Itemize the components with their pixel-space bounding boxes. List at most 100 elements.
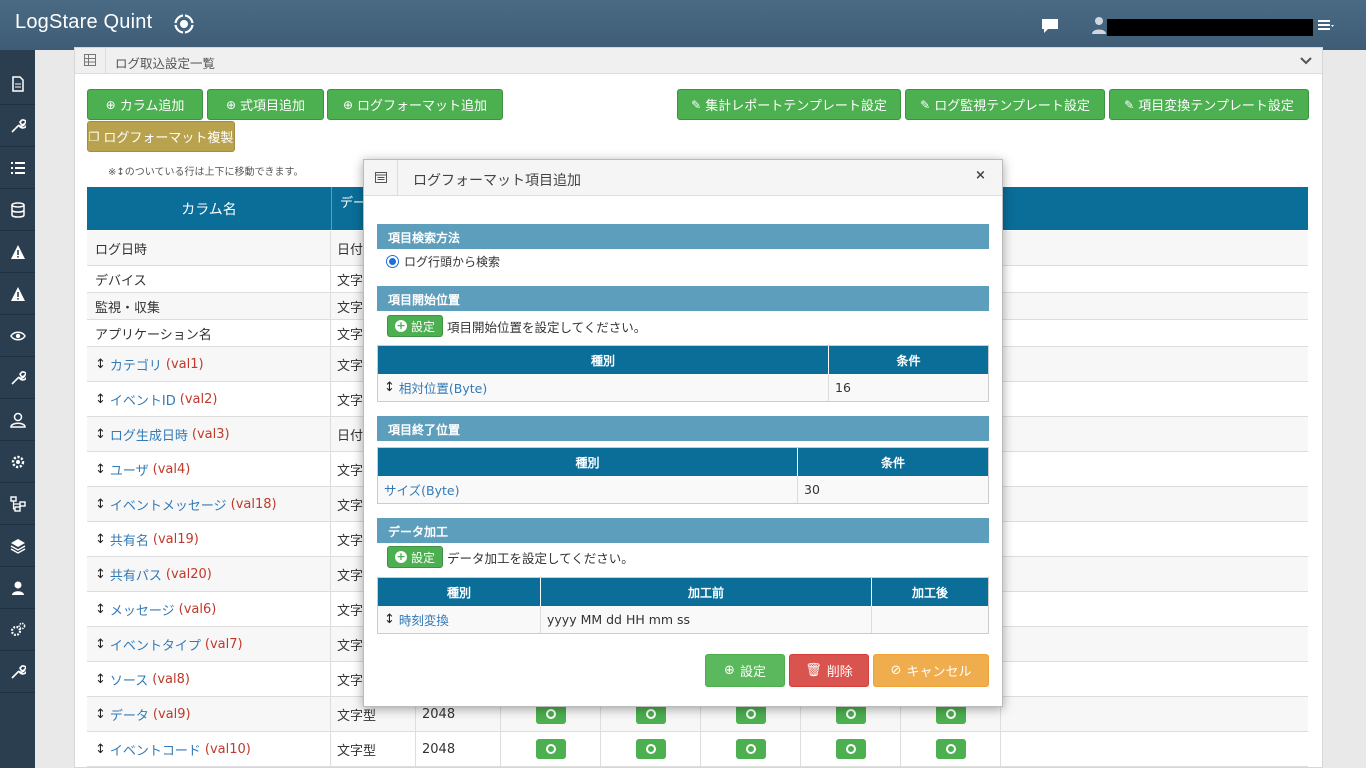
- column-name-link[interactable]: イベントコード: [110, 740, 201, 759]
- table-row[interactable]: サイズ(Byte) 30: [378, 476, 988, 503]
- radio-button[interactable]: [386, 255, 399, 268]
- delete-button[interactable]: 🗑 削除: [789, 654, 869, 687]
- chat-icon[interactable]: [1041, 18, 1059, 34]
- column-val-id: (val20): [165, 566, 212, 582]
- copy-log-format-button[interactable]: ❐ ログフォーマット複製: [87, 121, 235, 152]
- table-row[interactable]: ↕ 相対位置(Byte) 16: [378, 374, 988, 401]
- column-val-id: (val1): [165, 356, 204, 372]
- after-value: [872, 606, 988, 633]
- move-arrow-icon[interactable]: ↕: [95, 742, 106, 757]
- sidebar-item-settings[interactable]: [0, 442, 35, 483]
- sidebar: [0, 50, 35, 768]
- wrench-icon: [10, 665, 26, 679]
- enabled-toggle-button[interactable]: [735, 739, 766, 759]
- sidebar-item-tools-3[interactable]: [0, 652, 35, 693]
- circle-icon: [845, 744, 856, 754]
- column-name-link[interactable]: イベントタイプ: [110, 635, 201, 654]
- move-arrow-icon[interactable]: ↕: [384, 612, 395, 627]
- move-arrow-icon[interactable]: ↕: [95, 427, 106, 442]
- brand-title[interactable]: LogStare Quint: [15, 11, 152, 34]
- start-set-button[interactable]: + 設定: [387, 315, 444, 337]
- enabled-toggle-button[interactable]: [835, 739, 866, 759]
- column-name-link[interactable]: 共有名: [110, 530, 149, 549]
- column-name-link[interactable]: イベントID: [110, 390, 176, 409]
- processing-hint: データ加工を設定してください。: [447, 550, 634, 566]
- move-arrow-icon[interactable]: ↕: [95, 707, 106, 722]
- add-column-button[interactable]: ⊕ カラム追加: [87, 89, 203, 120]
- move-arrow-icon[interactable]: ↕: [95, 672, 106, 687]
- monitor-template-button[interactable]: ✎ ログ監視テンプレート設定: [905, 89, 1105, 120]
- table-header: 種別 条件: [378, 448, 988, 476]
- move-arrow-icon[interactable]: ↕: [384, 380, 395, 395]
- move-arrow-icon[interactable]: ↕: [95, 567, 106, 582]
- sidebar-item-admin[interactable]: [0, 568, 35, 609]
- enabled-toggle-button[interactable]: [535, 704, 566, 724]
- set-button[interactable]: ⊕ 設定: [705, 654, 785, 687]
- edit-icon: ✎: [1124, 97, 1135, 112]
- sidebar-item-users[interactable]: [0, 400, 35, 441]
- column-name-cell: ↕ イベントID (val2): [87, 382, 331, 416]
- enabled-toggle-button[interactable]: [635, 739, 666, 759]
- sidebar-item-list[interactable]: [0, 148, 35, 189]
- user-icon[interactable]: [1092, 16, 1106, 34]
- move-arrow-icon[interactable]: ↕: [95, 357, 106, 372]
- enabled-toggle-button[interactable]: [935, 704, 966, 724]
- close-icon[interactable]: ×: [975, 168, 986, 183]
- type-link[interactable]: サイズ(Byte): [384, 480, 459, 499]
- sidebar-item-monitor[interactable]: [0, 316, 35, 357]
- before-value: yyyy MM dd HH mm ss: [541, 606, 872, 633]
- add-expression-button[interactable]: ⊕ 式項目追加: [207, 89, 324, 120]
- sidebar-item-document[interactable]: [0, 64, 35, 105]
- move-arrow-icon[interactable]: ↕: [95, 497, 106, 512]
- move-arrow-icon[interactable]: ↕: [95, 637, 106, 652]
- condition-value: 16: [835, 380, 851, 395]
- sidebar-item-network[interactable]: [0, 484, 35, 525]
- type-link[interactable]: 相対位置(Byte): [399, 378, 487, 397]
- convert-template-button[interactable]: ✎ 項目変換テンプレート設定: [1109, 89, 1309, 120]
- sidebar-item-database[interactable]: [0, 190, 35, 231]
- sidebar-item-layers[interactable]: [0, 526, 35, 567]
- column-name-header: カラム名: [181, 201, 237, 218]
- sidebar-item-alerts[interactable]: [0, 232, 35, 273]
- enabled-toggle-button[interactable]: [535, 739, 566, 759]
- column-name-link[interactable]: ログ生成日時: [110, 425, 188, 444]
- column-name-link[interactable]: ソース: [110, 670, 148, 689]
- sidebar-item-tools[interactable]: [0, 106, 35, 147]
- type-link[interactable]: 時刻変換: [399, 610, 449, 629]
- column-name-cell: ↕ カテゴリ (val1): [87, 347, 331, 381]
- table-row[interactable]: ↕ 時刻変換 yyyy MM dd HH mm ss: [378, 606, 988, 633]
- menu-icon[interactable]: [1318, 20, 1334, 32]
- enabled-toggle-button[interactable]: [835, 704, 866, 724]
- report-template-button[interactable]: ✎ 集計レポートテンプレート設定: [677, 89, 901, 120]
- enabled-toggle-button[interactable]: [635, 704, 666, 724]
- column-name-link[interactable]: カテゴリ: [110, 355, 162, 374]
- move-arrow-icon[interactable]: ↕: [95, 602, 106, 617]
- table-row[interactable]: ↕ イベントコード (val10) 文字型 2048: [87, 732, 1308, 767]
- move-arrow-icon[interactable]: ↕: [95, 462, 106, 477]
- add-log-format-button[interactable]: ⊕ ログフォーマット追加: [327, 89, 503, 120]
- sidebar-item-alerts-2[interactable]: [0, 274, 35, 315]
- brand-logo-icon: [174, 14, 194, 34]
- enabled-toggle-button[interactable]: [935, 739, 966, 759]
- header-divider: [105, 48, 106, 74]
- column-name-link[interactable]: メッセージ: [110, 600, 175, 619]
- processing-set-button[interactable]: + 設定: [387, 546, 444, 568]
- user-name[interactable]: ████████████████: [1107, 19, 1313, 36]
- window-icon: [375, 172, 387, 183]
- column-name-link[interactable]: 共有パス: [110, 565, 162, 584]
- circle-icon: [545, 709, 556, 719]
- column-name-link[interactable]: データ: [110, 705, 149, 724]
- enabled-toggle-button[interactable]: [735, 704, 766, 724]
- dialog-title: ログフォーマット項目追加: [413, 173, 581, 189]
- column-name-text: デバイス: [95, 273, 147, 289]
- move-arrow-icon[interactable]: ↕: [95, 392, 106, 407]
- cancel-button[interactable]: ⊘ キャンセル: [873, 654, 989, 687]
- sidebar-item-system[interactable]: [0, 610, 35, 651]
- chevron-down-icon[interactable]: [1300, 56, 1312, 66]
- search-from-line-start-option[interactable]: ログ行頭から検索: [386, 253, 500, 270]
- column-name-link[interactable]: ユーザ: [110, 460, 149, 479]
- column-name-link[interactable]: イベントメッセージ: [110, 495, 227, 514]
- ban-icon: ⊘: [890, 663, 902, 678]
- move-arrow-icon[interactable]: ↕: [95, 532, 106, 547]
- sidebar-item-tools-2[interactable]: [0, 358, 35, 399]
